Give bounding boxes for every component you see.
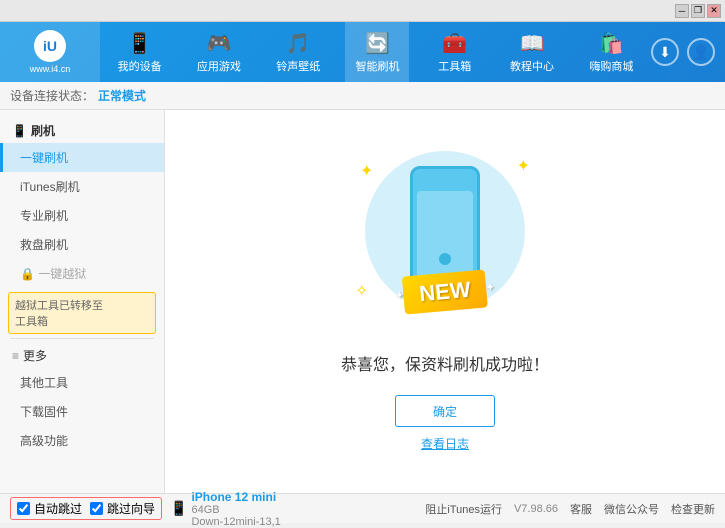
check-update-link[interactable]: 检查更新 bbox=[671, 501, 715, 517]
nav-mall-label: 嗨购商城 bbox=[589, 58, 633, 74]
device-info: 📱 iPhone 12 mini 64GB Down-12mini-13,1 bbox=[170, 490, 281, 528]
sidebar-divider bbox=[10, 338, 154, 339]
header: iU www.i4.cn 📱 我的设备 🎮 应用游戏 🎵 铃声壁纸 🔄 智能刷机… bbox=[0, 22, 725, 82]
new-badge: ✦ NEW ✦ bbox=[402, 269, 488, 314]
sidebar-item-one-click-flash[interactable]: 一键刷机 bbox=[0, 143, 164, 172]
device-name: iPhone 12 mini bbox=[191, 490, 280, 504]
sidebar-more-label: 更多 bbox=[23, 347, 47, 364]
block-itunes-action[interactable]: 阻止iTunes运行 bbox=[425, 501, 502, 517]
new-badge-text: NEW bbox=[418, 277, 471, 306]
nav-tutorial[interactable]: 📖 教程中心 bbox=[500, 22, 564, 82]
sidebar-item-jailbreak: 🔒 一键越狱 bbox=[0, 259, 164, 288]
bottom-bar: 自动跳过 跳过向导 📱 iPhone 12 mini 64GB Down-12m… bbox=[0, 493, 725, 523]
status-label: 设备连接状态： bbox=[10, 87, 94, 104]
skip-wizard-checkbox[interactable] bbox=[90, 502, 103, 515]
user-button[interactable]: 👤 bbox=[687, 38, 715, 66]
nav-tutorial-label: 教程中心 bbox=[510, 58, 554, 74]
content-area: ✦ ✦ ✧ ✦ NEW ✦ 恭喜您，保资料刷机成功啦！ 确定 查看日志 bbox=[165, 110, 725, 493]
nav-ringtone[interactable]: 🎵 铃声壁纸 bbox=[266, 22, 330, 82]
info-box-line1: 越狱工具已转移至 bbox=[15, 297, 149, 313]
window-controls: ─ ❐ ✕ bbox=[675, 4, 721, 18]
flash-section-icon: 📱 bbox=[12, 124, 27, 138]
lock-icon: 🔒 bbox=[20, 267, 38, 281]
tutorial-icon: 📖 bbox=[520, 31, 545, 56]
customer-service-link[interactable]: 客服 bbox=[570, 501, 592, 517]
device-icon: 📱 bbox=[170, 500, 187, 517]
wechat-public-link[interactable]: 微信公众号 bbox=[604, 501, 659, 517]
sparkle-icon-2: ✦ bbox=[517, 156, 530, 176]
sidebar-item-pro-flash[interactable]: 专业刷机 bbox=[0, 201, 164, 230]
download-button[interactable]: ⬇ bbox=[651, 38, 679, 66]
checkbox-auto-dismiss[interactable]: 自动跳过 bbox=[17, 500, 82, 517]
nav-app-game-label: 应用游戏 bbox=[197, 58, 241, 74]
toolbox-icon: 🧰 bbox=[442, 31, 467, 56]
device-details: iPhone 12 mini 64GB Down-12mini-13,1 bbox=[191, 490, 280, 528]
sidebar-item-download-firmware[interactable]: 下载固件 bbox=[0, 397, 164, 426]
phone-illustration: ✦ ✦ ✧ ✦ NEW ✦ bbox=[345, 151, 545, 331]
sidebar-more-title: ≡ 更多 bbox=[0, 343, 164, 368]
nav-toolbox[interactable]: 🧰 工具箱 bbox=[425, 22, 485, 82]
sidebar-item-rescue-flash[interactable]: 救盘刷机 bbox=[0, 230, 164, 259]
mall-icon: 🛍️ bbox=[599, 31, 624, 56]
device-model: Down-12mini-13,1 bbox=[191, 516, 280, 528]
device-storage: 64GB bbox=[191, 504, 280, 516]
new-badge-star-right: ✦ bbox=[486, 282, 495, 294]
minimize-button[interactable]: ─ bbox=[675, 4, 689, 18]
nav-my-device-label: 我的设备 bbox=[118, 58, 162, 74]
sidebar-item-other-tools[interactable]: 其他工具 bbox=[0, 368, 164, 397]
phone-home-button bbox=[439, 253, 451, 265]
ringtone-icon: 🎵 bbox=[286, 31, 311, 56]
bottom-right: 阻止iTunes运行 V7.98.66 客服 微信公众号 检查更新 bbox=[425, 501, 715, 517]
nav-ringtone-label: 铃声壁纸 bbox=[276, 58, 320, 74]
checkbox-skip-wizard[interactable]: 跳过向导 bbox=[90, 500, 155, 517]
sidebar: 📱 刷机 一键刷机 iTunes刷机 专业刷机 救盘刷机 🔒 一键越狱 越狱工具… bbox=[0, 110, 165, 493]
main-layout: 📱 刷机 一键刷机 iTunes刷机 专业刷机 救盘刷机 🔒 一键越狱 越狱工具… bbox=[0, 110, 725, 493]
nav-app-game[interactable]: 🎮 应用游戏 bbox=[187, 22, 251, 82]
sidebar-item-itunes-flash[interactable]: iTunes刷机 bbox=[0, 172, 164, 201]
nav-mall[interactable]: 🛍️ 嗨购商城 bbox=[579, 22, 643, 82]
title-bar: ─ ❐ ✕ bbox=[0, 0, 725, 22]
sparkle-icon-1: ✦ bbox=[360, 161, 373, 181]
checkbox-area: 自动跳过 跳过向导 bbox=[10, 497, 162, 520]
more-log-link[interactable]: 查看日志 bbox=[421, 435, 469, 452]
bottom-left: 自动跳过 跳过向导 📱 iPhone 12 mini 64GB Down-12m… bbox=[10, 490, 281, 528]
app-game-icon: 🎮 bbox=[206, 31, 231, 56]
info-box-line2: 工具箱 bbox=[15, 313, 149, 329]
sidebar-flash-label: 刷机 bbox=[31, 122, 55, 139]
confirm-button[interactable]: 确定 bbox=[395, 395, 495, 427]
nav-smart-flash[interactable]: 🔄 智能刷机 bbox=[345, 22, 409, 82]
success-message: 恭喜您，保资料刷机成功啦！ bbox=[341, 351, 549, 375]
nav-my-device[interactable]: 📱 我的设备 bbox=[108, 22, 172, 82]
sidebar-info-box: 越狱工具已转移至 工具箱 bbox=[8, 292, 156, 334]
auto-dismiss-checkbox[interactable] bbox=[17, 502, 30, 515]
nav-toolbox-label: 工具箱 bbox=[438, 58, 471, 74]
sparkle-icon-3: ✧ bbox=[355, 281, 368, 301]
version-text: V7.98.66 bbox=[514, 503, 558, 515]
header-right: ⬇ 👤 bbox=[651, 38, 725, 66]
sidebar-item-advanced[interactable]: 高级功能 bbox=[0, 426, 164, 455]
close-button[interactable]: ✕ bbox=[707, 4, 721, 18]
restore-button[interactable]: ❐ bbox=[691, 4, 705, 18]
skip-wizard-label: 跳过向导 bbox=[107, 500, 155, 517]
status-bar: 设备连接状态： 正常模式 bbox=[0, 82, 725, 110]
nav-smart-flash-label: 智能刷机 bbox=[355, 58, 399, 74]
auto-dismiss-label: 自动跳过 bbox=[34, 500, 82, 517]
logo-url: www.i4.cn bbox=[30, 64, 71, 74]
smart-flash-icon: 🔄 bbox=[365, 31, 390, 56]
nav-bar: 📱 我的设备 🎮 应用游戏 🎵 铃声壁纸 🔄 智能刷机 🧰 工具箱 📖 教程中心… bbox=[100, 22, 651, 82]
logo[interactable]: iU www.i4.cn bbox=[0, 22, 100, 82]
logo-icon: iU bbox=[34, 30, 66, 62]
new-badge-star-left: ✦ bbox=[395, 290, 404, 302]
three-lines-icon: ≡ bbox=[12, 349, 19, 363]
status-value: 正常模式 bbox=[98, 87, 146, 104]
sidebar-section-flash: 📱 刷机 bbox=[0, 118, 164, 143]
my-device-icon: 📱 bbox=[127, 31, 152, 56]
